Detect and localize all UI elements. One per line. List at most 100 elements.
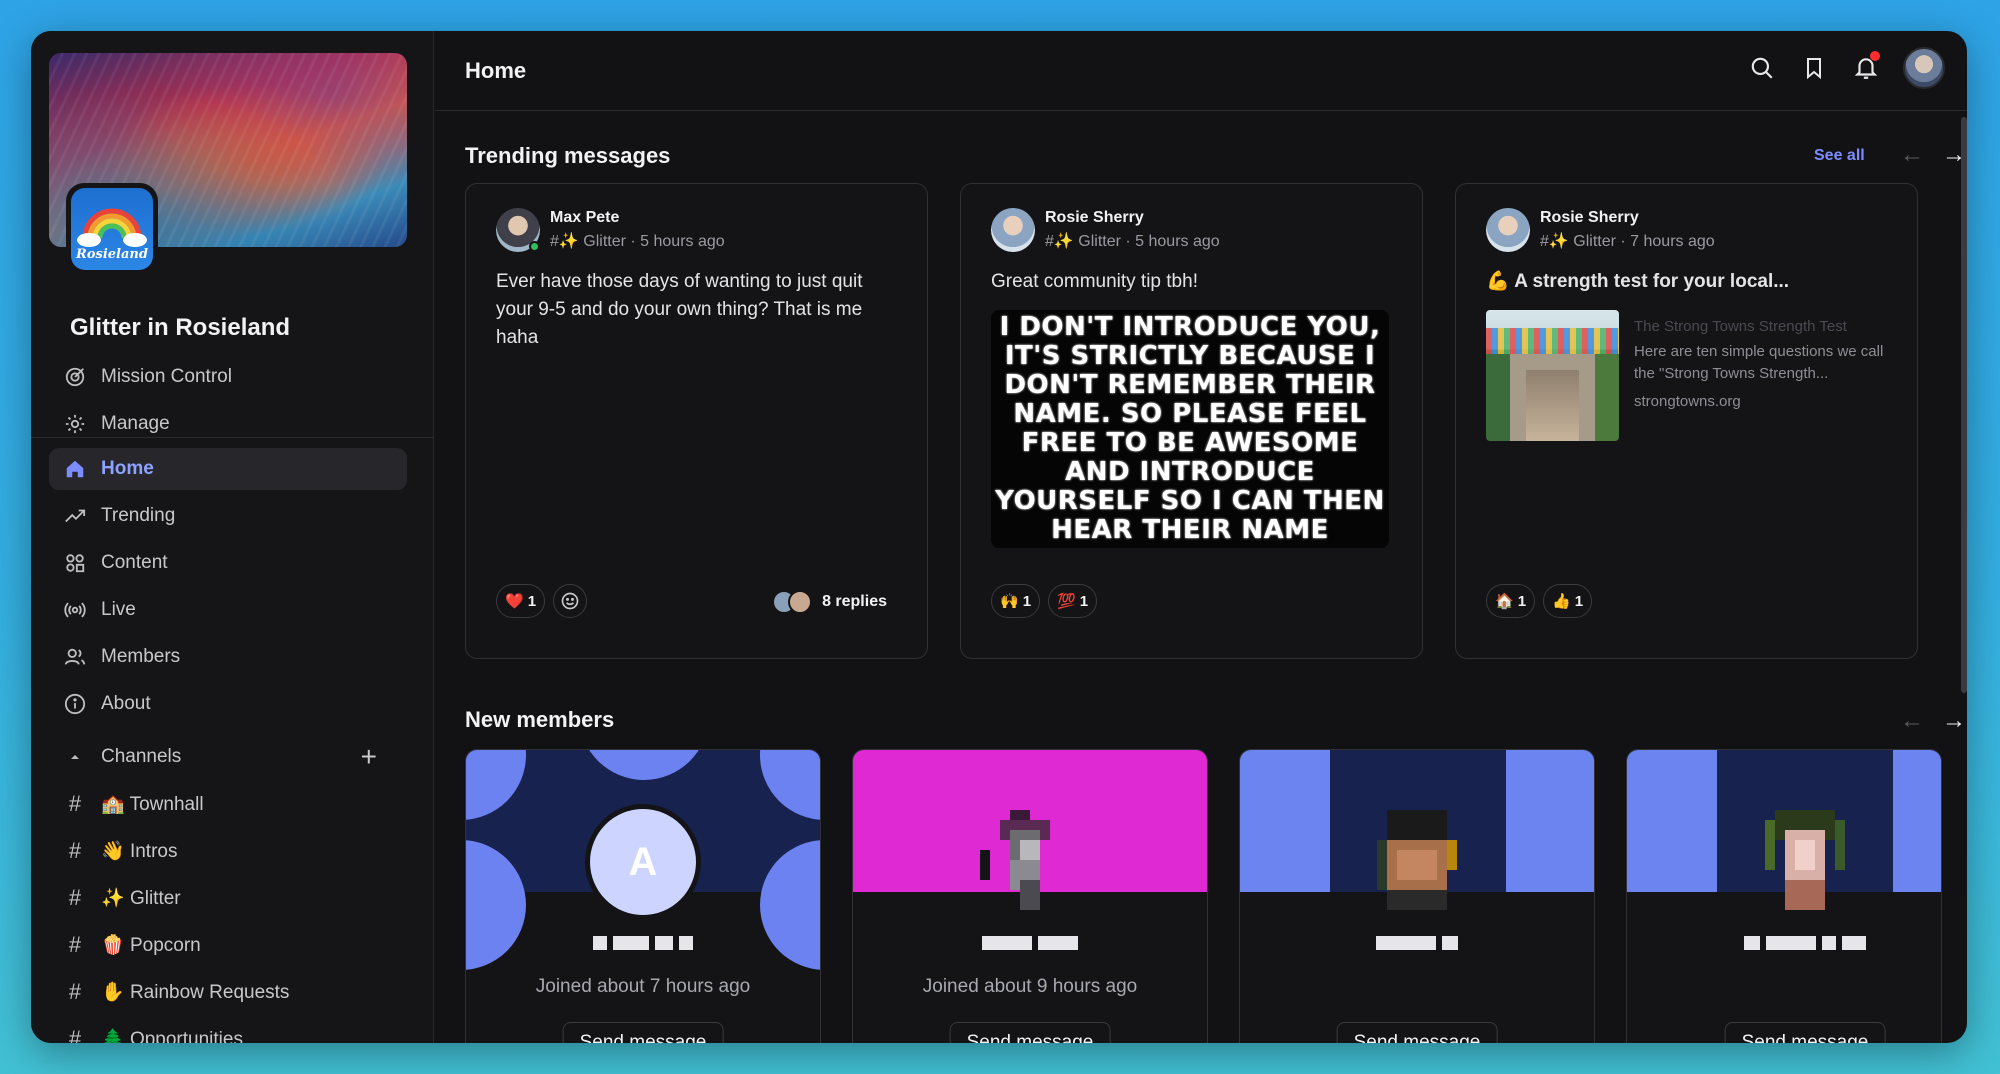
home-icon (63, 457, 87, 481)
see-all-link[interactable]: See all (1814, 147, 1865, 165)
channel-emoji: 🌲 (101, 1029, 125, 1043)
channel-item-rainbow-requests[interactable]: # ✋ Rainbow Requests (49, 971, 407, 1013)
member-avatar[interactable] (980, 810, 1080, 910)
channel-item-glitter[interactable]: # ✨ Glitter (49, 877, 407, 919)
next-arrow-icon[interactable]: → (1942, 707, 1966, 735)
member-name-redacted (1744, 936, 1866, 950)
author-avatar[interactable] (1486, 208, 1530, 252)
channels-header[interactable]: Channels + (49, 736, 407, 778)
channel-emoji: 🏫 (101, 794, 125, 815)
post-meta: #✨ Glitter · 5 hours ago (550, 233, 725, 250)
target-icon (63, 365, 87, 389)
channel-name: Popcorn (129, 935, 201, 956)
post-meta: #✨ Glitter · 5 hours ago (1045, 233, 1220, 250)
sidebar-item-about[interactable]: About (49, 683, 407, 725)
send-message-button[interactable]: Send message (1724, 1022, 1886, 1043)
reaction-count: 1 (1079, 592, 1089, 610)
channel-item-opportunities[interactable]: # 🌲 Opportunities (49, 1018, 407, 1043)
member-card[interactable]: Send message (1239, 749, 1595, 1043)
community-name: Glitter in Rosieland (70, 314, 291, 341)
member-name-redacted (593, 936, 693, 950)
reaction-emoji: ❤️ (505, 593, 524, 610)
prev-arrow-icon[interactable]: ← (1900, 707, 1924, 735)
sidebar-item-members[interactable]: Members (49, 636, 407, 678)
member-avatar[interactable] (1367, 810, 1467, 910)
channel-name: Opportunities (129, 1029, 243, 1043)
channel-name: Rainbow Requests (129, 982, 290, 1003)
community-logo[interactable]: Rosieland (66, 183, 158, 275)
reaction-count: 1 (1517, 592, 1527, 610)
prev-arrow-icon[interactable]: ← (1900, 141, 1924, 169)
reaction-heart[interactable]: ❤️ 1 (496, 584, 546, 618)
reaction-emoji: 👍 (1552, 593, 1571, 610)
user-avatar[interactable] (1903, 47, 1945, 89)
member-avatar[interactable]: A (585, 804, 701, 920)
sidebar-item-live[interactable]: Live (49, 589, 407, 631)
add-reaction-button[interactable] (553, 584, 588, 618)
sidebar-item-content[interactable]: Content (49, 542, 407, 584)
author-avatar[interactable] (991, 208, 1035, 252)
post-body: 💪 A strength test for your local... (1486, 271, 1790, 292)
send-message-button[interactable]: Send message (562, 1022, 724, 1043)
replier-avatar (788, 590, 813, 614)
channels-label: Channels (101, 746, 182, 767)
author-avatar[interactable] (496, 208, 540, 252)
bell-icon[interactable] (1851, 51, 1881, 83)
channel-item-townhall[interactable]: # 🏫 Townhall (49, 783, 407, 825)
reaction-raised-hands[interactable]: 🙌 1 (991, 584, 1041, 618)
hash-icon: # (68, 885, 82, 910)
caret-up-icon (63, 745, 87, 769)
link-preview-image[interactable] (1486, 310, 1619, 441)
scrollbar[interactable] (1961, 117, 1967, 693)
member-card[interactable]: Joined about 9 hours ago Send message (852, 749, 1208, 1043)
link-domain: strongtowns.org (1634, 393, 1741, 410)
sidebar-item-label: About (101, 693, 151, 714)
link-title: The Strong Towns Strength Test (1634, 318, 1847, 335)
info-icon (63, 692, 87, 716)
reaction-hundred[interactable]: 💯 1 (1048, 584, 1098, 618)
post-author[interactable]: Max Pete (550, 209, 725, 227)
bookmark-icon[interactable] (1799, 53, 1829, 83)
svg-text:Rosieland: Rosieland (75, 247, 148, 262)
reaction-emoji: 🏠 (1495, 593, 1514, 610)
trending-section-title: Trending messages (465, 143, 671, 168)
trending-icon (63, 504, 87, 528)
channel-emoji: ✨ (101, 888, 125, 909)
online-indicator (529, 241, 540, 252)
channel-name: Intros (129, 841, 178, 862)
reaction-house[interactable]: 🏠 1 (1486, 584, 1536, 618)
trending-post-card[interactable]: Max Pete #✨ Glitter · 5 hours ago Ever h… (465, 183, 928, 659)
member-initial: A (590, 809, 696, 915)
post-author[interactable]: Rosie Sherry (1540, 209, 1715, 227)
page-title: Home (465, 57, 527, 83)
channel-emoji: ✋ (101, 982, 125, 1003)
member-joined: Joined about 7 hours ago (535, 976, 751, 997)
next-arrow-icon[interactable]: → (1942, 141, 1966, 169)
add-channel-button[interactable]: + (361, 741, 377, 773)
reaction-count: 1 (527, 592, 537, 610)
sidebar-item-trending[interactable]: Trending (49, 495, 407, 537)
replies-link[interactable]: 8 replies (772, 590, 887, 614)
post-body: Ever have those days of wanting to just … (496, 271, 863, 348)
sidebar-item-manage[interactable]: Manage (49, 403, 407, 445)
reaction-thumbs-up[interactable]: 👍 1 (1543, 584, 1593, 618)
channel-item-popcorn[interactable]: # 🍿 Popcorn (49, 924, 407, 966)
hash-icon: # (68, 1026, 82, 1043)
trending-post-card[interactable]: Rosie Sherry #✨ Glitter · 5 hours ago Gr… (960, 183, 1423, 659)
send-message-button[interactable]: Send message (949, 1022, 1111, 1043)
member-card[interactable]: A Joined about 7 hours ago Send message (465, 749, 821, 1043)
search-icon[interactable] (1747, 53, 1777, 83)
sidebar-item-mission-control[interactable]: Mission Control (49, 356, 407, 398)
member-card[interactable]: Send message (1626, 749, 1942, 1043)
send-message-button[interactable]: Send message (1336, 1022, 1498, 1043)
post-image[interactable]: I DON'T INTRODUCE YOU, IT'S STRICTLY BEC… (991, 310, 1389, 548)
live-icon (63, 598, 87, 622)
link-preview[interactable]: The Strong Towns Strength Test Here are … (1634, 318, 1887, 410)
member-avatar[interactable] (1755, 810, 1855, 910)
sidebar-item-home[interactable]: Home (49, 448, 407, 490)
post-author[interactable]: Rosie Sherry (1045, 209, 1220, 227)
smiley-icon (561, 592, 579, 610)
trending-post-card[interactable]: Rosie Sherry #✨ Glitter · 7 hours ago 💪 … (1455, 183, 1918, 659)
channel-item-intros[interactable]: # 👋 Intros (49, 830, 407, 872)
reaction-emoji: 💯 (1057, 593, 1076, 610)
